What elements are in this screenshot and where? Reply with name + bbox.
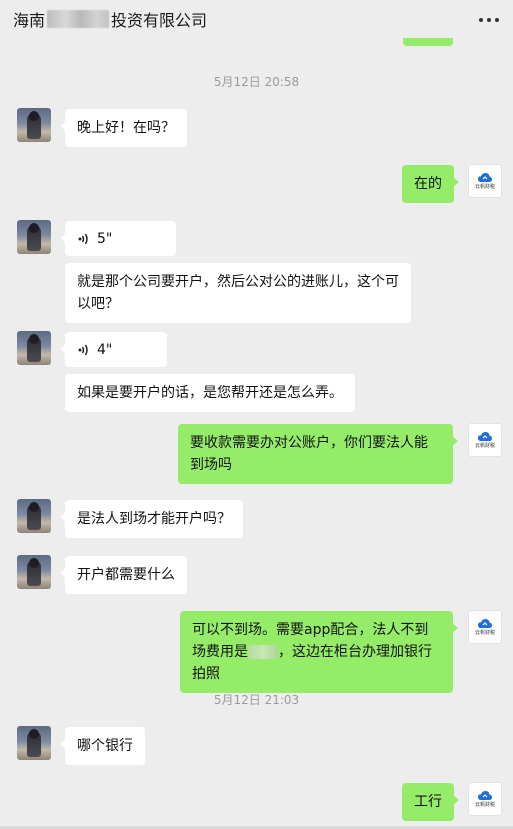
cloud-logo-icon[interactable]: 云帆财税: [468, 782, 502, 816]
cloud-logo-icon[interactable]: 云帆财税: [468, 610, 502, 644]
redacted-fee: [248, 645, 278, 659]
message-bubble-sent[interactable]: 可以不到场。需要app配合，法人不到场费用是 ，这边在柜台办理加银行拍照: [180, 611, 458, 693]
message-bubble-sent[interactable]: 要收款需要办对公账户，你们要法人能到场吗: [178, 424, 458, 484]
timestamp: 5月12日 20:58: [213, 75, 300, 89]
logo-text: 云帆财税: [474, 443, 495, 449]
voice-message[interactable]: 4": [60, 332, 167, 367]
logo-text: 云帆财税: [474, 184, 495, 190]
message-bubble-sent[interactable]: 在的: [402, 165, 459, 203]
timestamp: 5月12日 21:03: [213, 693, 300, 707]
contact-avatar[interactable]: [17, 555, 51, 589]
redacted-name: [47, 10, 110, 28]
message-bubble-received[interactable]: 就是那个公司要开户，然后公对公的进账儿，这个可以吧？: [65, 263, 411, 323]
cloud-logo-icon[interactable]: 云帆财税: [468, 423, 502, 457]
chat-title: 海南 投资有限公司: [13, 7, 207, 31]
voice-message[interactable]: 5": [60, 221, 176, 256]
message-bubble-sent[interactable]: 工行: [402, 783, 459, 821]
message-bubble-received[interactable]: 开户都需要什么: [60, 556, 187, 594]
voice-wave-icon: [78, 233, 88, 244]
contact-avatar[interactable]: [17, 331, 51, 365]
cloud-logo-icon[interactable]: 云帆财税: [468, 164, 502, 198]
message-bubble-received[interactable]: 晚上好！在吗？: [60, 109, 187, 147]
logo-text: 云帆财税: [474, 630, 495, 636]
previous-message-bubble: [403, 38, 453, 46]
contact-avatar[interactable]: [17, 108, 51, 142]
contact-avatar[interactable]: [17, 726, 51, 760]
chat-title-prefix: 海南: [13, 11, 46, 30]
message-bubble-received[interactable]: 如果是要开户的话，是您帮开还是怎么弄。: [65, 374, 355, 412]
logo-text: 云帆财税: [474, 802, 495, 808]
chat-title-suffix: 投资有限公司: [111, 11, 208, 30]
contact-avatar[interactable]: [17, 499, 51, 533]
voice-duration: 5": [97, 230, 113, 247]
message-bubble-received[interactable]: 是法人到场才能开户吗？: [60, 500, 243, 538]
voice-duration: 4": [97, 341, 113, 358]
voice-wave-icon: [78, 344, 88, 355]
more-dots-icon[interactable]: [479, 14, 499, 26]
message-bubble-received[interactable]: 哪个银行: [60, 727, 145, 765]
chat-header: 海南 投资有限公司: [0, 0, 513, 40]
contact-avatar[interactable]: [17, 220, 51, 254]
